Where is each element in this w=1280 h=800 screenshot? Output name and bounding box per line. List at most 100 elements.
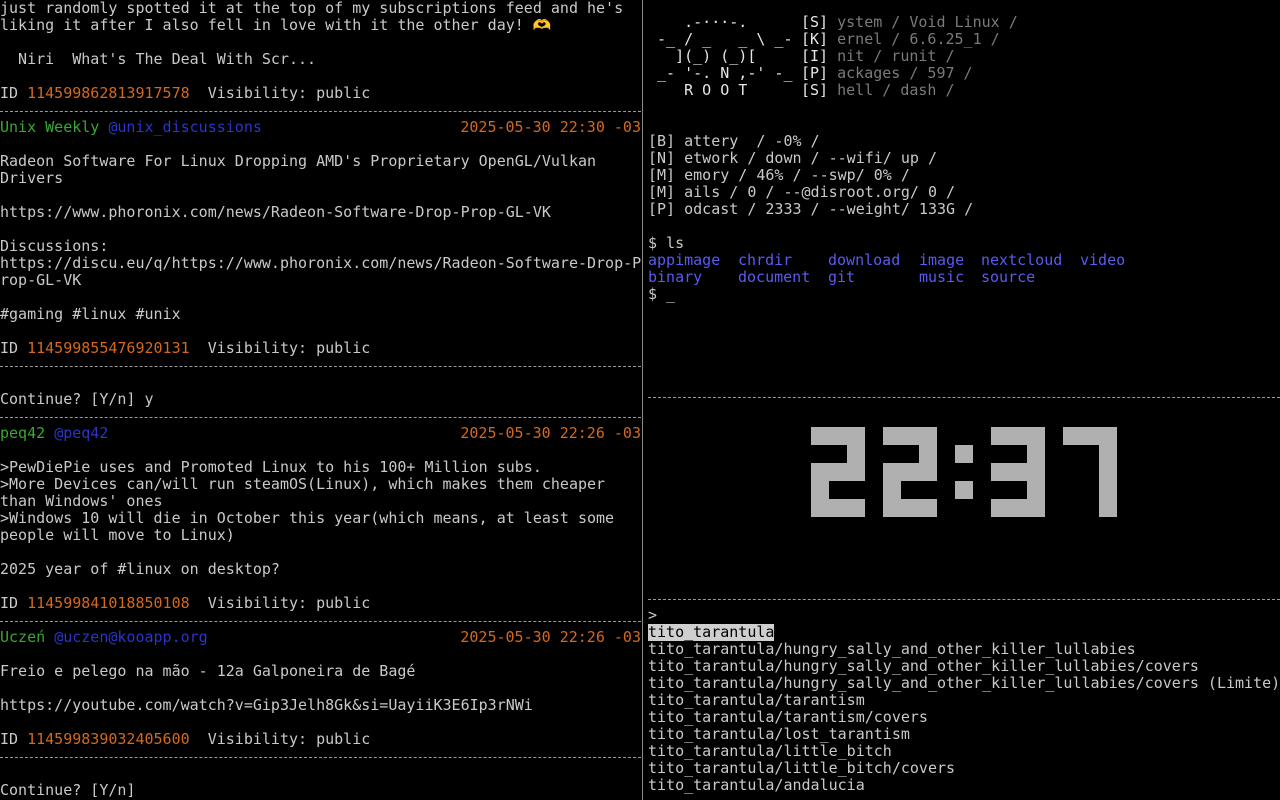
divider	[648, 590, 1280, 607]
clock-digit	[1063, 427, 1117, 517]
post-text-line	[0, 544, 641, 561]
clock-digits	[811, 427, 1117, 517]
post-text-line	[0, 34, 641, 51]
ls-dir-entry[interactable]: image	[919, 252, 981, 269]
author-handle[interactable]: @unix_discussions	[108, 119, 262, 136]
clock-digit	[811, 427, 865, 517]
post-id-label: ID	[0, 595, 19, 612]
post-text-line	[0, 221, 641, 238]
fetch-stat-line: [M] ails / 0 / --@disroot.org/ 0 /	[648, 184, 956, 201]
post-id[interactable]: 114599855476920131	[27, 340, 190, 357]
fzf-item[interactable]: tito_tarantula/little_bitch/covers	[648, 760, 1280, 777]
ls-dir-entry[interactable]: git	[828, 269, 919, 286]
post-id-line: ID 114599839032405600 Visibility: public	[0, 731, 641, 748]
fetch-row: ](_) (_)[[I] nit / runit /	[648, 48, 1280, 65]
divider	[648, 388, 1280, 405]
visibility-label: Visibility: public	[207, 340, 371, 357]
fzf-list: tito_tarantula/hungry_sally_and_other_ki…	[648, 641, 1280, 794]
ls-dir-entry[interactable]: chrdir	[738, 252, 828, 269]
post-text-line: Freio e pelego na mão - 12a Galponeira d…	[0, 663, 416, 680]
post-text-line: people will move to Linux)	[0, 527, 235, 544]
post-date: 2025-05-30 22:26 -03	[460, 629, 641, 646]
fzf-item[interactable]: tito_tarantula/tarantism	[648, 692, 1280, 709]
post-separator	[0, 357, 641, 374]
post-id[interactable]: 114599862813917578	[27, 85, 190, 102]
fetch-stat-line: [B] attery / -0% /	[648, 133, 820, 150]
post-text-line: Drivers	[0, 170, 64, 187]
shell-command: $ ls	[648, 235, 685, 252]
post-text-line: rop-GL-VK	[0, 272, 82, 289]
ascii-logo-line: _- '-. N ,-' -_	[648, 65, 793, 82]
ls-dir-entry[interactable]: download	[828, 252, 919, 269]
fzf-item[interactable]: tito_tarantula/tarantism/covers	[648, 709, 1280, 726]
ls-dir-entry[interactable]: music	[919, 269, 981, 286]
post-text-line	[0, 646, 641, 663]
post-separator	[0, 748, 641, 765]
fzf-item[interactable]: tito_tarantula/little_bitch	[648, 743, 1280, 760]
author-name[interactable]: Uczeń	[0, 629, 45, 646]
post-separator	[0, 612, 641, 629]
fzf-item[interactable]: tito_tarantula/hungry_sally_and_other_ki…	[648, 658, 1280, 675]
shell-prompt[interactable]: $ _	[648, 286, 1280, 303]
clock	[648, 417, 1280, 527]
author-name[interactable]: peq42	[0, 425, 45, 442]
ls-dir-entry[interactable]: document	[738, 269, 828, 286]
post-text-line	[0, 680, 641, 697]
ascii-logo-line: R O O T	[648, 82, 748, 99]
post-text-line	[0, 68, 641, 85]
post-text-line	[0, 289, 641, 306]
ls-dir-entry[interactable]: source	[981, 269, 1080, 286]
ls-dir-entry[interactable]: video	[1080, 252, 1140, 269]
fetch-key: [K]	[801, 31, 829, 48]
ls-dir-entry[interactable]: appimage	[648, 252, 738, 269]
fzf-item[interactable]: tito_tarantula/hungry_sally_and_other_ki…	[648, 641, 1280, 658]
ls-output-row-2: binary document git music source	[648, 269, 1280, 286]
fetch-stat-line: [M] emory / 46% / --swp/ 0% /	[648, 167, 910, 184]
fetch-stats: [B] attery / -0% / [N] etwork / down / --…	[648, 133, 1280, 218]
post-id[interactable]: 114599839032405600	[27, 731, 190, 748]
continue-prompt[interactable]: Continue? [Y/n]	[0, 782, 641, 799]
ascii-logo-line: ](_) (_)[	[648, 48, 757, 65]
post-text-line: #gaming #linux #unix	[0, 306, 181, 323]
fetch-value: hell / dash /	[837, 82, 955, 99]
pane-divider	[642, 0, 643, 800]
fzf-prompt[interactable]: >	[648, 607, 1280, 624]
post-text-line: Discussions:	[0, 238, 109, 255]
post-id-line: ID 114599841018850108 Visibility: public	[0, 595, 641, 612]
fzf-finder[interactable]: > tito_tarantula tito_tarantula/hungry_s…	[648, 607, 1280, 794]
post-text-line	[0, 323, 641, 340]
post-text-line: >PewDiePie uses and Promoted Linux to hi…	[0, 459, 542, 476]
ascii-logo-line: -_ / _ _ \ _-	[648, 31, 793, 48]
visibility-label: Visibility: public	[207, 85, 371, 102]
clock-colon	[955, 445, 973, 499]
visibility-label: Visibility: public	[207, 731, 371, 748]
post-text-line	[0, 136, 641, 153]
author-handle[interactable]: @peq42	[54, 425, 108, 442]
post-id-line: ID 114599862813917578 Visibility: public	[0, 85, 641, 102]
fzf-item[interactable]: tito_tarantula/hungry_sally_and_other_ki…	[648, 675, 1280, 692]
visibility-label: Visibility: public	[207, 595, 371, 612]
post-id[interactable]: 114599841018850108	[27, 595, 190, 612]
author-name[interactable]: Unix Weekly	[0, 119, 99, 136]
fzf-item[interactable]: tito_tarantula/andalucia	[648, 777, 1280, 794]
fetch-row: -_ / _ _ \ _- [K] ernel / 6.6.25_1 /	[648, 31, 1280, 48]
author-handle[interactable]: @uczen@kooapp.org	[54, 629, 208, 646]
post-text-line: than Windows' ones	[0, 493, 163, 510]
fzf-item[interactable]: tito_tarantula/lost_tarantism	[648, 726, 1280, 743]
feed-pane[interactable]: just randomly spotted it at the top of m…	[0, 0, 641, 800]
continue-prompt[interactable]: Continue? [Y/n] y	[0, 391, 641, 408]
ls-dir-entry[interactable]: binary	[648, 269, 738, 286]
post-date: 2025-05-30 22:30 -03	[460, 119, 641, 136]
post-text-line: liking it after I also fell in love with…	[0, 17, 552, 34]
post-text-line	[0, 187, 641, 204]
fetch-value: ackages / 597 /	[837, 65, 973, 82]
post-id-label: ID	[0, 85, 19, 102]
fzf-selected-item[interactable]: tito_tarantula	[648, 624, 775, 641]
post-text-line: https://www.phoronix.com/news/Radeon-Sof…	[0, 204, 551, 221]
post-text-line: https://discu.eu/q/https://www.phoronix.…	[0, 255, 641, 272]
clock-digit	[883, 427, 937, 517]
right-pane: .-···-. [S] ystem / Void Linux / -_ / _ _…	[648, 0, 1280, 800]
ls-dir-entry[interactable]: nextcloud	[981, 252, 1080, 269]
shell[interactable]: $ ls appimage chrdir download image nextclou…	[648, 235, 1280, 303]
